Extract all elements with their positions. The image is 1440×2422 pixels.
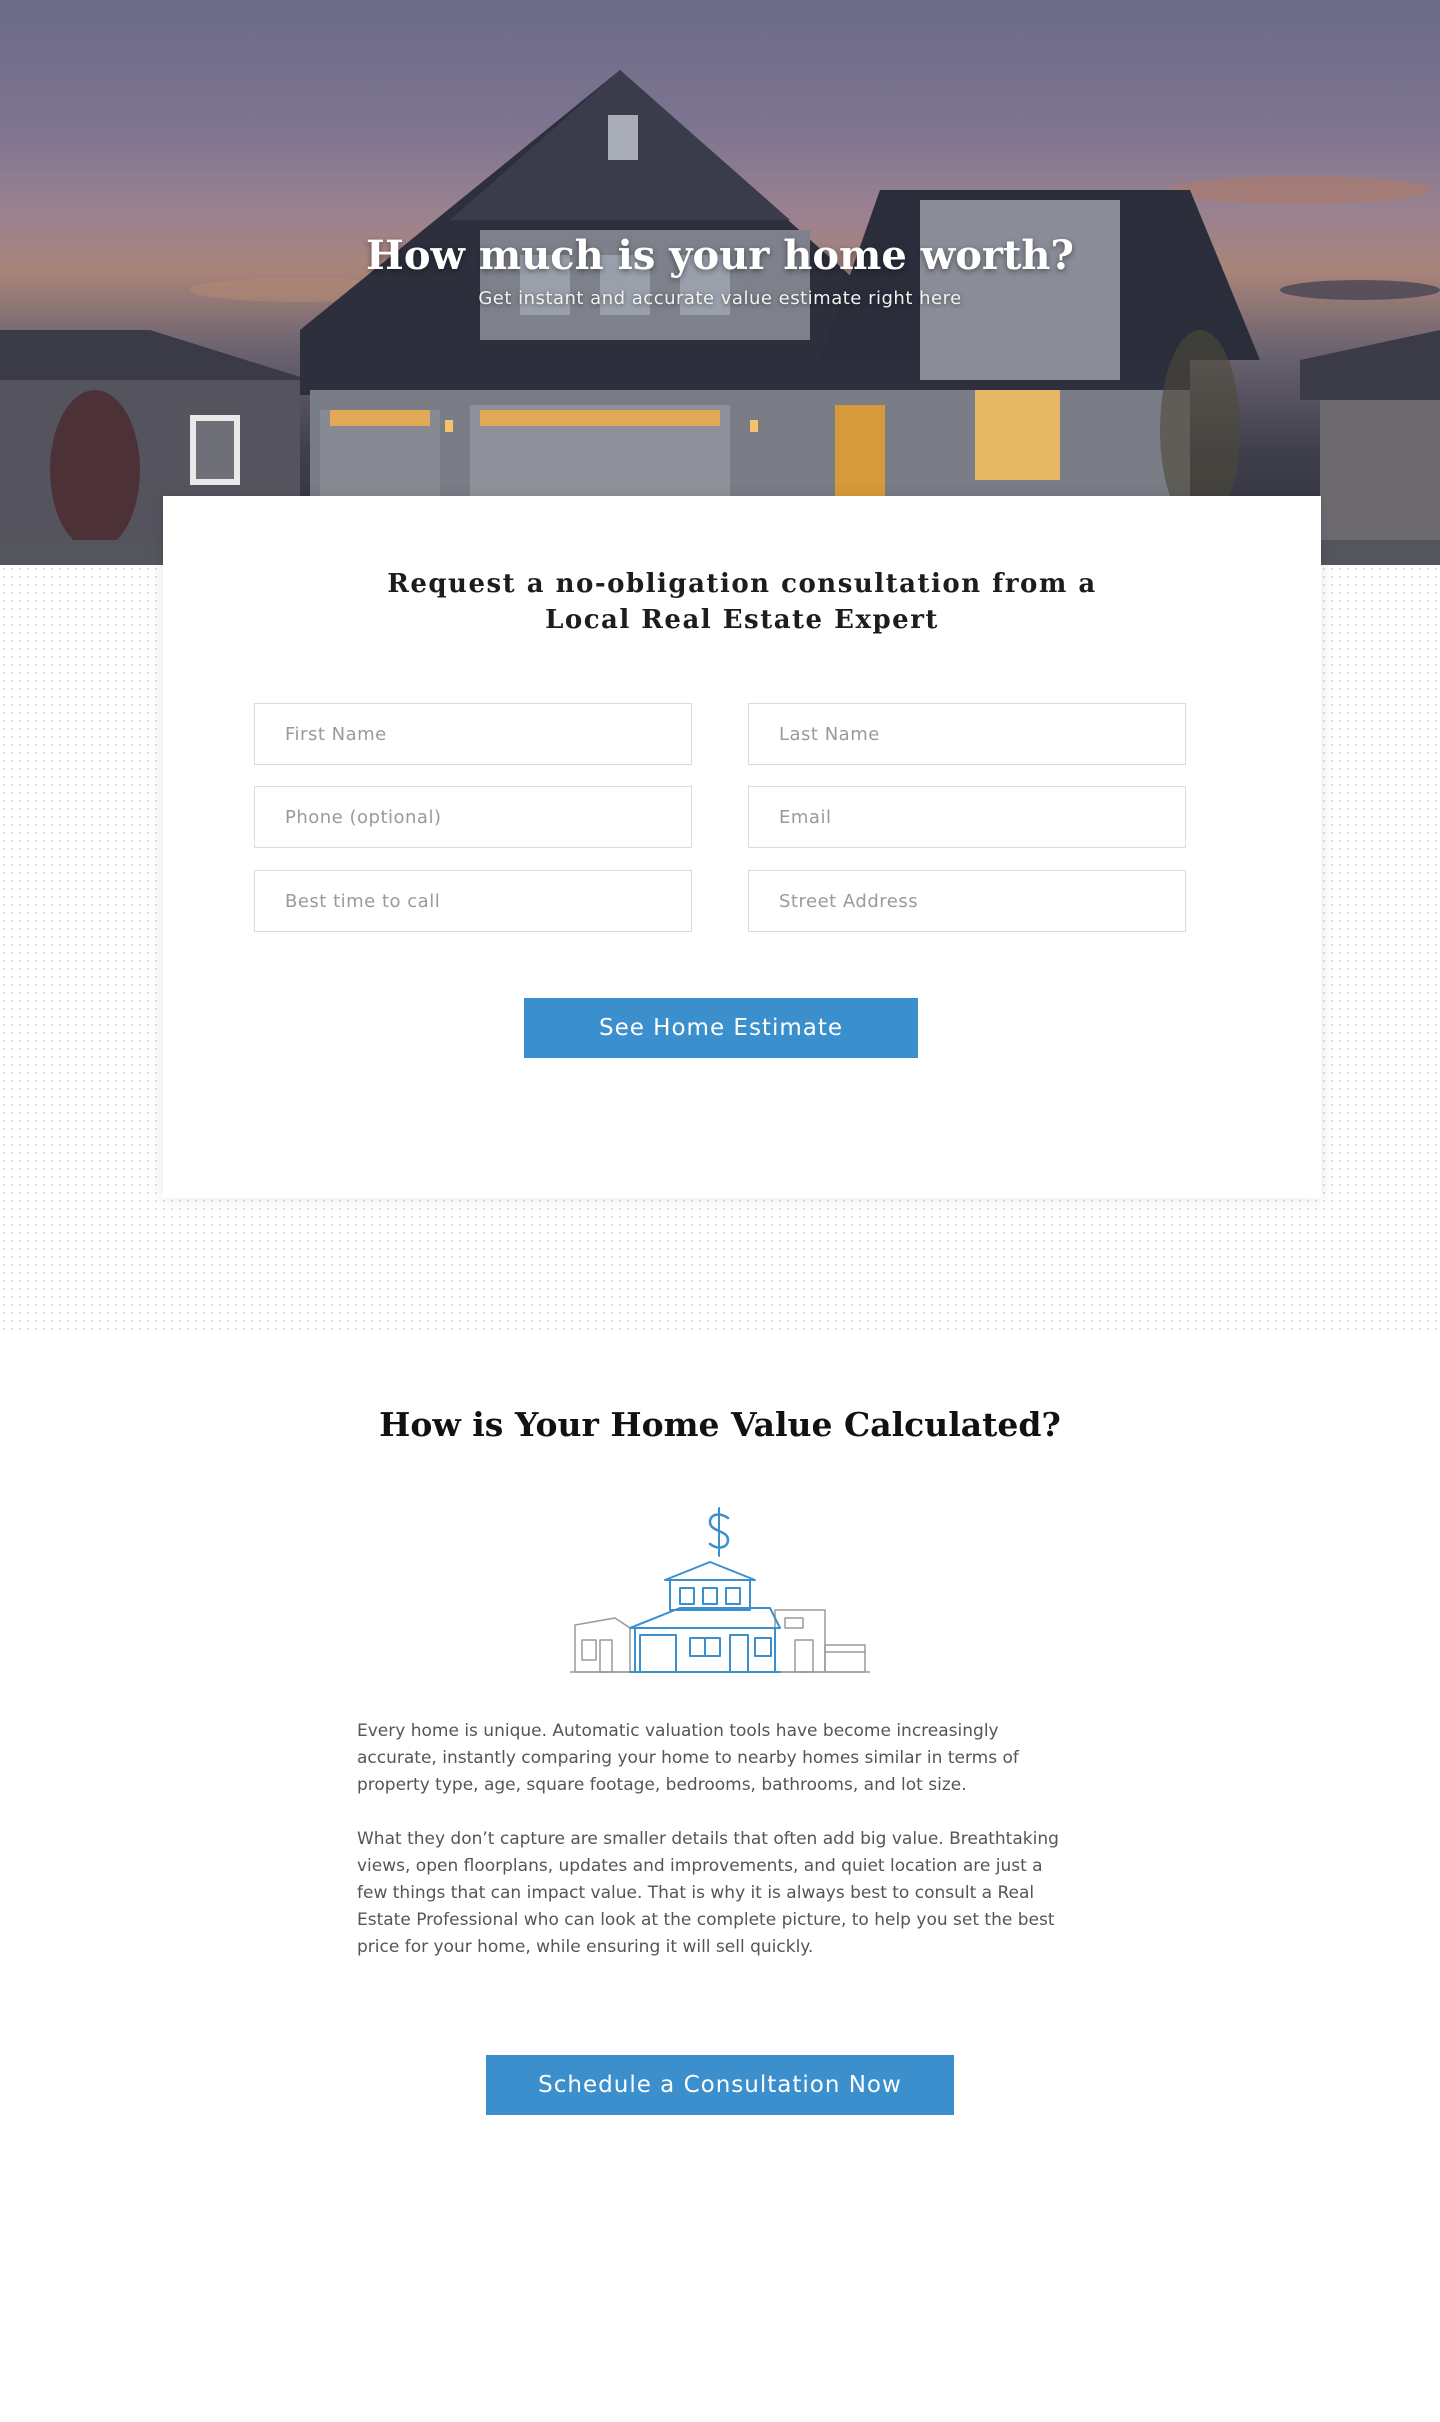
form-heading-line1: Request a no-obligation consultation fro…	[387, 569, 1097, 599]
phone-input[interactable]	[254, 786, 692, 848]
info-heading: How is Your Home Value Calculated?	[379, 1405, 1061, 1444]
form-heading: Request a no-obligation consultation fro…	[163, 566, 1321, 638]
info-paragraph-1: Every home is unique. Automatic valuatio…	[357, 1721, 1019, 1795]
hero-banner: How much is your home worth? Get instant…	[0, 0, 1440, 565]
see-home-estimate-button[interactable]: See Home Estimate	[524, 998, 918, 1058]
house-value-icon	[570, 1507, 870, 1673]
hero-title: How much is your home worth?	[366, 232, 1074, 279]
info-paragraph-2: What they don’t capture are smaller deta…	[357, 1829, 1059, 1957]
email-input[interactable]	[748, 786, 1186, 848]
first-name-input[interactable]	[254, 703, 692, 765]
form-heading-line2: Local Real Estate Expert	[545, 605, 939, 635]
hero-house-image	[0, 70, 1440, 565]
last-name-input[interactable]	[748, 703, 1186, 765]
best-time-input[interactable]	[254, 870, 692, 932]
hero-subtitle: Get instant and accurate value estimate …	[478, 288, 962, 309]
schedule-consultation-button[interactable]: Schedule a Consultation Now	[486, 2055, 954, 2115]
consultation-form-card: Request a no-obligation consultation fro…	[163, 496, 1321, 1198]
street-address-input[interactable]	[748, 870, 1186, 932]
